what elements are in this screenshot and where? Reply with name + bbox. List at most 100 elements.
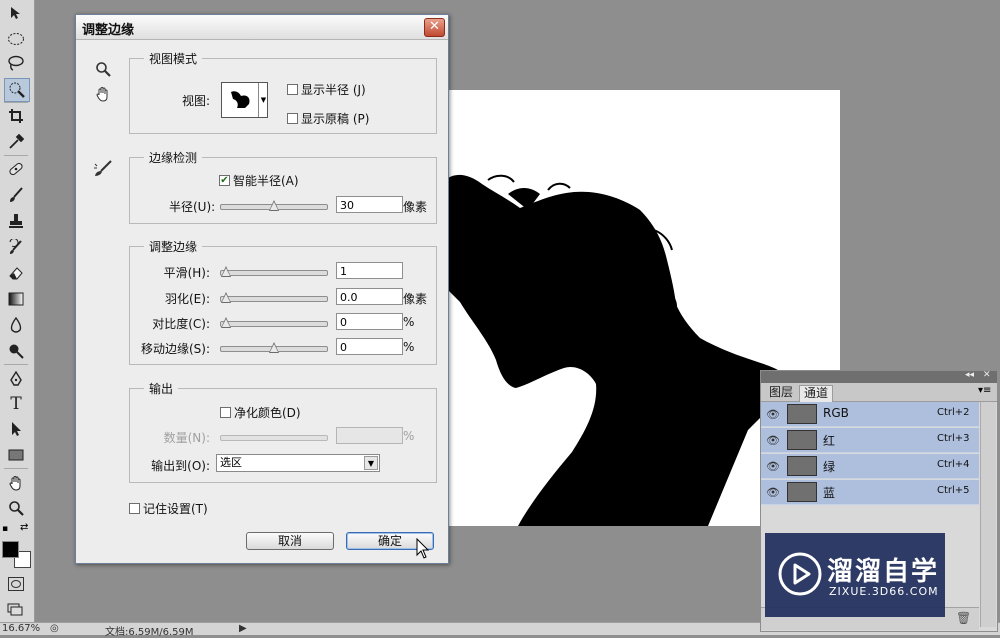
hand-tool-icon[interactable] <box>95 86 111 105</box>
quick-mask-icon[interactable] <box>8 577 24 591</box>
eye-icon[interactable]: 👁 <box>766 434 780 447</box>
collapse-panel-icon[interactable]: ◂◂ <box>965 370 974 380</box>
radius-slider-thumb[interactable] <box>269 200 279 211</box>
output-to-select[interactable]: 选区 ▼ <box>216 454 380 472</box>
panel-header-bar[interactable]: ◂◂ ✕ <box>761 370 997 383</box>
type-icon[interactable]: T <box>4 393 28 415</box>
chevron-down-icon[interactable]: ▼ <box>364 456 378 470</box>
swap-colors-icon[interactable]: ⇄ <box>20 522 28 533</box>
remember-settings-checkbox[interactable] <box>129 503 140 514</box>
panel-menu-icon[interactable]: ▾≡ <box>978 385 991 396</box>
cancel-button[interactable]: 取消 <box>246 532 334 550</box>
tab-layers[interactable]: 图层 <box>765 385 797 401</box>
contrast-label: 对比度(C): <box>152 317 210 331</box>
zoom-level[interactable]: 16.67% <box>2 623 40 634</box>
view-label: 视图: <box>182 94 211 108</box>
channel-shortcut: Ctrl+3 <box>937 433 970 444</box>
amount-label: 数量(N): <box>163 431 210 445</box>
channel-thumbnail <box>787 404 817 424</box>
edge-detection-legend: 边缘检测 <box>144 149 203 166</box>
close-panel-icon[interactable]: ✕ <box>983 370 991 380</box>
feather-slider-thumb[interactable] <box>221 292 231 303</box>
play-logo-icon <box>778 552 822 596</box>
foreground-color-swatch[interactable] <box>2 541 19 558</box>
contrast-slider[interactable] <box>220 317 328 328</box>
tools-panel: T ▪ ⇄ <box>0 0 35 634</box>
shift-edge-label: 移动边缘(S): <box>140 342 210 356</box>
zoom-tool-icon[interactable] <box>95 61 111 80</box>
smooth-slider[interactable] <box>220 266 328 277</box>
lasso-icon[interactable] <box>4 52 28 74</box>
trash-icon[interactable]: 🗑 <box>956 611 971 625</box>
view-mode-group: 视图模式 视图: ▼ 显示半径 (J) 显示原稿 (P) <box>129 50 437 134</box>
path-selection-icon[interactable] <box>4 418 28 440</box>
blur-icon[interactable] <box>4 314 28 336</box>
remember-settings-label[interactable]: 记住设置(T) <box>143 500 208 517</box>
feather-input[interactable]: 0.0 <box>336 288 403 305</box>
contrast-slider-thumb[interactable] <box>221 317 231 328</box>
refine-radius-tool-icon[interactable] <box>93 160 113 181</box>
pen-icon[interactable] <box>4 368 28 390</box>
dialog-titlebar[interactable]: 调整边缘 ✕ <box>76 15 448 40</box>
shape-icon[interactable] <box>4 444 28 466</box>
feather-label: 羽化(E): <box>165 292 210 306</box>
eraser-icon[interactable] <box>4 262 28 284</box>
hand-icon[interactable] <box>4 472 28 494</box>
channel-shortcut: Ctrl+4 <box>937 459 970 470</box>
smooth-input[interactable]: 1 <box>336 262 403 279</box>
dialog-title: 调整边缘 <box>82 23 135 38</box>
zoom-icon[interactable] <box>4 497 28 519</box>
dodge-icon[interactable] <box>4 340 28 362</box>
smart-radius-checkbox[interactable]: ✔ <box>219 175 230 186</box>
contrast-unit: % <box>403 315 415 329</box>
channel-row-red[interactable]: 👁 红 Ctrl+3 <box>761 428 979 453</box>
brush-icon[interactable] <box>4 184 28 206</box>
show-original-label[interactable]: 显示原稿 (P) <box>301 110 369 127</box>
status-icon[interactable]: ◎ <box>50 623 59 634</box>
shift-edge-slider[interactable] <box>220 342 328 353</box>
watermark-brand: 溜溜自学 <box>827 557 940 587</box>
default-colors-icon[interactable]: ▪ <box>2 524 8 534</box>
adjust-edge-legend: 调整边缘 <box>144 238 203 255</box>
eyedropper-icon[interactable] <box>4 131 28 153</box>
marquee-icon[interactable] <box>4 28 28 50</box>
eye-icon[interactable]: 👁 <box>766 486 780 499</box>
radius-slider[interactable] <box>220 200 328 211</box>
show-original-checkbox[interactable] <box>287 113 298 124</box>
panel-scrollbar[interactable] <box>980 402 996 627</box>
clone-stamp-icon[interactable] <box>4 210 28 232</box>
move-icon[interactable] <box>4 2 28 24</box>
radius-input[interactable]: 30 <box>336 196 403 213</box>
channel-shortcut: Ctrl+2 <box>937 407 970 418</box>
close-button[interactable]: ✕ <box>424 18 445 37</box>
adjust-edge-group: 调整边缘 平滑(H): 1 羽化(E): 0.0 像素 对比度(C): 0 % … <box>129 238 437 365</box>
shift-edge-slider-thumb[interactable] <box>269 342 279 353</box>
smooth-slider-thumb[interactable] <box>221 266 231 277</box>
channel-row-blue[interactable]: 👁 蓝 Ctrl+5 <box>761 480 979 505</box>
eye-icon[interactable]: 👁 <box>766 408 780 421</box>
show-radius-checkbox[interactable] <box>287 84 298 95</box>
decontaminate-checkbox[interactable] <box>220 407 231 418</box>
output-group: 输出 净化颜色(D) 数量(N): % 输出到(O): 选区 ▼ <box>129 380 437 483</box>
feather-slider[interactable] <box>220 292 328 303</box>
radius-unit: 像素 <box>403 200 428 214</box>
contrast-input[interactable]: 0 <box>336 313 403 330</box>
shift-edge-input[interactable]: 0 <box>336 338 403 355</box>
screen-mode-icon[interactable] <box>7 603 23 617</box>
show-radius-label[interactable]: 显示半径 (J) <box>301 81 366 98</box>
spot-healing-icon[interactable] <box>4 158 28 180</box>
decontaminate-label[interactable]: 净化颜色(D) <box>234 404 301 421</box>
view-thumbnail-dropdown[interactable]: ▼ <box>221 82 268 118</box>
gradient-icon[interactable] <box>4 288 28 310</box>
history-brush-icon[interactable] <box>4 236 28 258</box>
channel-row-rgb[interactable]: 👁 RGB Ctrl+2 <box>761 402 979 427</box>
view-dropdown-arrow-icon[interactable]: ▼ <box>258 83 268 117</box>
eye-icon[interactable]: 👁 <box>766 460 780 473</box>
tab-channels[interactable]: 通道 <box>799 385 834 402</box>
crop-icon[interactable] <box>4 105 28 127</box>
channel-shortcut: Ctrl+5 <box>937 485 970 496</box>
smart-radius-label[interactable]: 智能半径(A) <box>233 172 299 189</box>
status-menu-arrow[interactable]: ▶ <box>239 623 247 634</box>
channel-row-green[interactable]: 👁 绿 Ctrl+4 <box>761 454 979 479</box>
quick-selection-icon[interactable] <box>4 78 30 102</box>
